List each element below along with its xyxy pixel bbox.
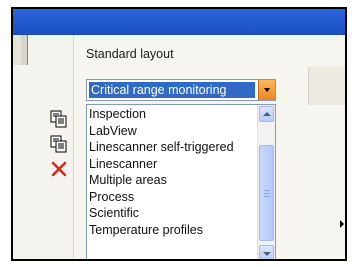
layout-items: Inspection LabView Linescanner self-trigge… [87, 106, 258, 238]
list-item[interactable]: Process [87, 189, 258, 206]
scroll-thumb[interactable] [259, 145, 274, 241]
list-item[interactable]: Inspection [87, 106, 258, 123]
dropdown-arrow-button[interactable] [258, 80, 275, 100]
thumb-grip-line [264, 193, 270, 194]
copy-layout-icon[interactable] [49, 109, 69, 129]
side-toolbar [308, 67, 345, 105]
title-bar [13, 9, 345, 35]
chevron-right-icon[interactable] [340, 220, 344, 228]
list-item[interactable]: Linescanner self-triggered [87, 139, 258, 156]
combobox-selected-value[interactable]: Critical range monitoring [89, 82, 255, 98]
list-item[interactable]: Temperature profiles [87, 222, 258, 239]
list-item[interactable]: Linescanner [87, 156, 258, 173]
scroll-down-button[interactable] [259, 245, 274, 259]
layout-panel: Standard layout Critical range monitorin… [73, 35, 345, 259]
thumb-grip-line [264, 190, 270, 191]
layout-dropdown-list[interactable]: Inspection LabView Linescanner self-trigge… [86, 104, 276, 259]
app-window: Standard layout Critical range monitorin… [11, 7, 347, 261]
delete-icon[interactable] [49, 159, 69, 179]
thumb-grip-line [264, 196, 270, 197]
toolbar-column [27, 65, 73, 259]
window-border-inner [21, 35, 28, 65]
list-item[interactable]: Scientific [87, 205, 258, 222]
list-item[interactable]: Multiple areas [87, 172, 258, 189]
standard-layout-label: Standard layout [86, 47, 174, 61]
standard-layout-combobox[interactable]: Critical range monitoring [86, 79, 276, 101]
paste-layout-icon[interactable] [49, 134, 69, 154]
scroll-up-button[interactable] [259, 106, 274, 122]
vertical-scrollbar[interactable] [257, 105, 275, 259]
list-item[interactable]: LabView [87, 123, 258, 140]
